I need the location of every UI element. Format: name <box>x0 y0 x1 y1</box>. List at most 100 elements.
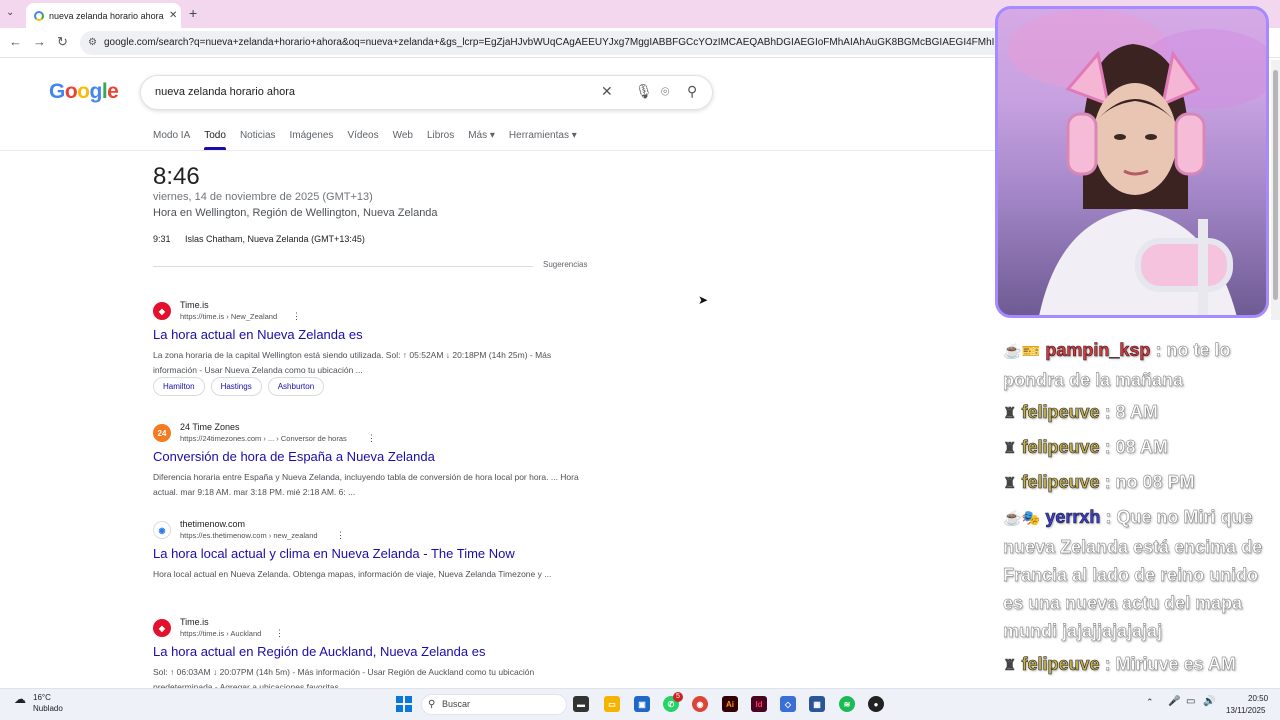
windows-start-icon[interactable] <box>396 696 412 712</box>
result-title-link[interactable]: La hora actual en Región de Auckland, Nu… <box>153 644 485 659</box>
result-url[interactable]: https://es.thetimenow.com › new_zealand <box>180 531 318 540</box>
tab-search-chevron-icon[interactable]: ⌄ <box>6 7 14 18</box>
logo-letter: o <box>77 80 90 103</box>
spotify-icon[interactable]: ≋ <box>839 696 855 712</box>
reload-icon[interactable]: ↻ <box>57 34 68 50</box>
mouse-cursor-icon: ➤ <box>698 293 709 307</box>
scrollbar-thumb[interactable] <box>1273 70 1278 300</box>
search-icon[interactable]: ⚲ <box>687 83 697 100</box>
chat-badge-icon: ♜ <box>1003 405 1017 422</box>
weather-temperature[interactable]: 16°C <box>33 693 51 702</box>
related-chips: Hamilton Hastings Ashburton <box>153 377 325 396</box>
chat-message: ♜ felipeuve : Miriuve es AM <box>1003 650 1268 680</box>
chat-username[interactable]: pampin_ksp <box>1045 340 1151 361</box>
tab-vídeos[interactable]: Vídeos <box>347 130 378 141</box>
microphone-tray-icon[interactable]: 🎤 <box>1168 696 1180 707</box>
close-tab-icon[interactable]: ✕ <box>169 10 177 21</box>
chat-text: 08 AM <box>1115 437 1168 457</box>
chat-text: no 08 PM <box>1115 472 1195 492</box>
tab-más[interactable]: Más ▾ <box>468 130 495 141</box>
more-options-icon[interactable]: ⋮ <box>292 311 301 322</box>
more-options-icon[interactable]: ⋮ <box>367 433 376 444</box>
tab-noticias[interactable]: Noticias <box>240 130 276 141</box>
tray-chevron-up-icon[interactable]: ⌃ <box>1146 697 1154 708</box>
more-options-icon[interactable]: ⋮ <box>275 628 284 639</box>
webcam-overlay <box>995 6 1269 318</box>
volume-icon[interactable]: 🔊 <box>1203 696 1215 707</box>
related-chip[interactable]: Ashburton <box>267 377 325 396</box>
chat-username[interactable]: felipeuve <box>1021 437 1100 458</box>
search-tabs: Modo IA Todo Noticias Imágenes Vídeos Web Libr… <box>153 130 591 150</box>
chat-username[interactable]: felipeuve <box>1021 402 1100 423</box>
taskbar-search-label: Buscar <box>442 699 471 709</box>
chat-username[interactable]: yerrxh <box>1045 507 1101 528</box>
microphone-icon[interactable]: 🎙 <box>635 83 653 100</box>
app-icon[interactable]: ◇ <box>780 696 796 712</box>
chat-message: ♜ felipeuve : 8 AM <box>1003 398 1268 428</box>
result-title-link[interactable]: La hora actual en Nueva Zelanda es <box>153 327 363 342</box>
search-input[interactable]: nueva zelanda horario ahora <box>155 86 295 98</box>
result-url[interactable]: https://time.is › Auckland <box>180 629 261 638</box>
address-bar[interactable]: ⚙ google.com/search?q=nueva+zelanda+hora… <box>80 31 1080 55</box>
illustrator-icon[interactable]: Ai <box>722 696 738 712</box>
chat-username[interactable]: felipeuve <box>1021 472 1100 493</box>
network-icon[interactable]: ▭ <box>1186 696 1195 707</box>
new-tab-icon[interactable]: + <box>189 5 197 21</box>
whatsapp-badge: 5 <box>673 692 683 702</box>
chat-badge-icon: ♜ <box>1003 440 1017 457</box>
obs-icon[interactable]: ● <box>868 696 884 712</box>
clear-icon[interactable]: ✕ <box>601 83 613 100</box>
chat-message: ♜ felipeuve : 08 AM <box>1003 433 1268 463</box>
taskbar-clock-date[interactable]: 13/11/2025 <box>1226 706 1265 715</box>
related-chip[interactable]: Hamilton <box>153 377 205 396</box>
result-url[interactable]: https://time.is › New_Zealand <box>180 312 277 321</box>
chat-badge-icon: ☕🎭 <box>1003 510 1041 527</box>
clock-date: viernes, 14 de noviembre de 2025 (GMT+13… <box>153 191 373 203</box>
taskbar-clock-time[interactable]: 20:50 <box>1248 694 1268 703</box>
chat-text: Miriuve es AM <box>1115 654 1236 674</box>
tab-libros[interactable]: Libros <box>427 130 454 141</box>
time-is-icon[interactable]: ◆ <box>153 302 171 320</box>
thetimenow-icon[interactable]: ◉ <box>153 521 171 539</box>
suggestions-label[interactable]: Sugerencias <box>543 260 587 269</box>
result-site-name[interactable]: 24 Time Zones <box>180 422 240 432</box>
result-site-name[interactable]: Time.is <box>180 617 209 627</box>
time-is-icon[interactable]: ◆ <box>153 619 171 637</box>
cloud-weather-icon[interactable]: ☁ <box>14 692 26 706</box>
media-app-icon[interactable]: ▦ <box>809 696 825 712</box>
forward-icon[interactable]: → <box>33 34 46 49</box>
related-chip[interactable]: Hastings <box>210 377 262 396</box>
more-options-icon[interactable]: ⋮ <box>336 530 345 541</box>
weather-description[interactable]: Nublado <box>33 704 63 713</box>
tab-herramientas[interactable]: Herramientas ▾ <box>509 130 577 141</box>
tab-todo[interactable]: Todo <box>204 130 226 150</box>
chrome-icon[interactable]: ◉ <box>692 696 708 712</box>
result-site-name[interactable]: thetimenow.com <box>180 519 245 529</box>
taskbar-search[interactable]: ⚲ Buscar <box>421 694 567 715</box>
result-title-link[interactable]: Conversión de hora de España a Nueva Zel… <box>153 449 435 464</box>
google-logo[interactable]: Google <box>49 80 119 104</box>
chat-message: ☕🎭 yerrxh : Que no Miri que nueva Zeland… <box>1003 503 1268 645</box>
result-site-name[interactable]: Time.is <box>180 300 209 310</box>
camera-search-icon[interactable]: ⌾ <box>661 83 669 100</box>
browser-tab[interactable]: nueva zelanda horario ahora - B ✕ <box>26 3 181 28</box>
back-icon[interactable]: ← <box>9 34 22 49</box>
tab-title: nueva zelanda horario ahora - B <box>49 10 165 21</box>
clock-time: 8:46 <box>153 163 200 190</box>
search-box[interactable]: nueva zelanda horario ahora ✕ 🎙 ⌾ ⚲ <box>140 75 713 110</box>
24timezones-icon[interactable]: 24 <box>153 424 171 442</box>
store-icon[interactable]: ▣ <box>634 696 650 712</box>
chat-separator: : <box>1099 654 1116 674</box>
chat-username[interactable]: felipeuve <box>1021 654 1100 675</box>
tab-modo-ia[interactable]: Modo IA <box>153 130 190 141</box>
tab-imágenes[interactable]: Imágenes <box>290 130 334 141</box>
chat-badge-icon: ♜ <box>1003 475 1017 492</box>
site-info-icon[interactable]: ⚙ <box>88 31 97 55</box>
result-url[interactable]: https://24timezones.com › ... › Converso… <box>180 434 347 443</box>
indesign-icon[interactable]: Id <box>751 696 767 712</box>
result-title-link[interactable]: La hora local actual y clima en Nueva Ze… <box>153 546 515 561</box>
file-explorer-icon[interactable]: ▭ <box>604 696 620 712</box>
task-view-icon[interactable]: ▬ <box>573 696 589 712</box>
tab-web[interactable]: Web <box>393 130 413 141</box>
google-favicon-icon <box>34 10 44 21</box>
